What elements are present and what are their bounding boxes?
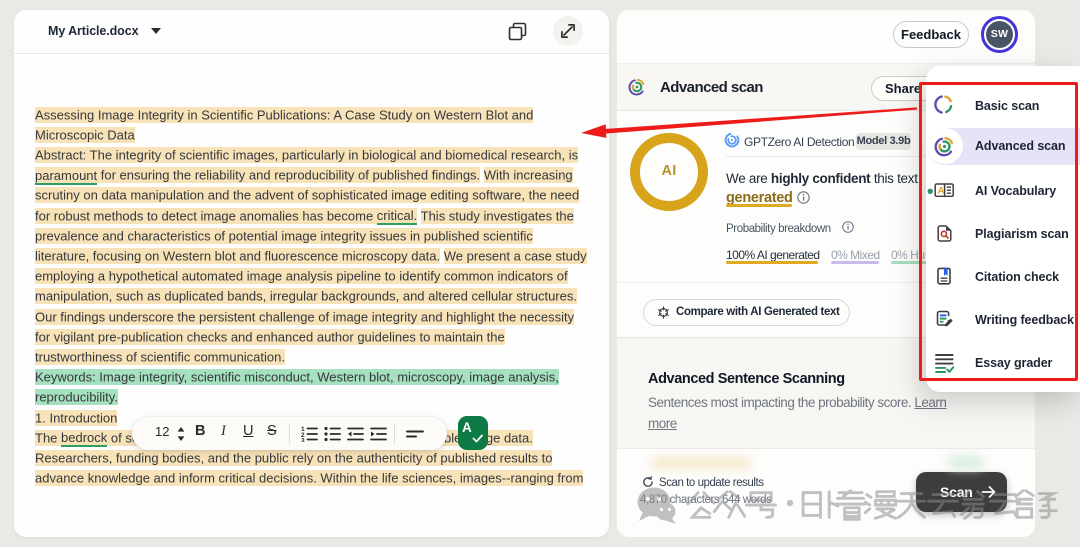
svg-text:3: 3 — [301, 438, 305, 443]
